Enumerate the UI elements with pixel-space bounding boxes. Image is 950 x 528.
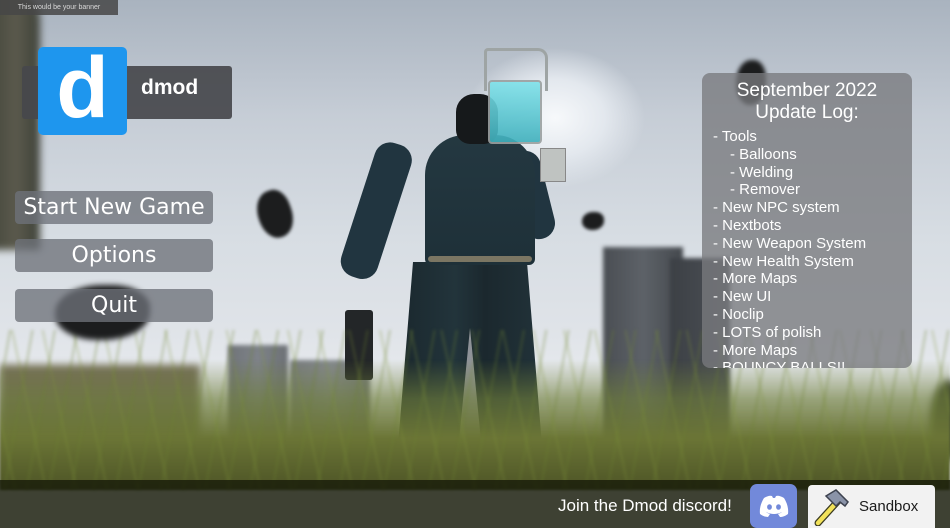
update-log-entry: - New UI [713,288,772,306]
update-log-entry: - New Health System [713,252,854,270]
update-log-entry: - New NPC system [713,199,840,217]
update-log-entry: - New Weapon System [713,234,867,252]
update-log-entry: - More Maps [713,341,798,359]
banner: This would be your banner [0,0,118,15]
crow [582,212,604,230]
update-log-panel[interactable]: September 2022 Update Log: - Tools - Ball… [702,73,912,368]
quit-button[interactable]: Quit [15,289,213,322]
options-button[interactable]: Options [15,239,213,272]
character-arm [336,138,416,284]
character-torso [425,135,535,265]
hammer-icon [814,489,849,526]
update-log-entry: - Balloons [730,145,797,163]
update-log-entry: - More Maps [713,270,798,288]
logo-icon: d [38,40,127,136]
update-log-entry: - Welding [730,163,794,181]
update-log-entry: - Noclip [713,305,764,323]
update-log-entry: - Tools [713,128,757,145]
crow [250,185,300,243]
update-log-title-line: Update Log: [755,102,859,123]
update-log-title-line: September 2022 [736,80,878,101]
discord-button[interactable] [750,484,797,528]
logo-letter: d [56,40,109,136]
discord-prompt: Join the Dmod discord! [558,496,732,515]
update-log-entry: - BOUNCY BALLS!! [713,359,846,368]
update-log-list: - Tools - Balloons - Welding - Remover - New… [713,128,912,368]
gravity-gun [488,80,542,144]
sandbox-label: Sandbox [859,498,919,515]
discord-icon [759,495,788,517]
update-log-title: September 2022 Update Log: [702,80,912,124]
sandbox-button[interactable]: Sandbox [808,485,935,528]
character-belt [428,256,532,262]
game-title: dmod [141,76,199,99]
gravity-gun-part [540,148,566,182]
update-log-entry: - Remover [730,181,801,199]
update-log-entry: - Nextbots [713,216,782,234]
update-log-entry: - LOTS of polish [713,323,822,341]
start-new-game-button[interactable]: Start New Game [15,191,213,224]
